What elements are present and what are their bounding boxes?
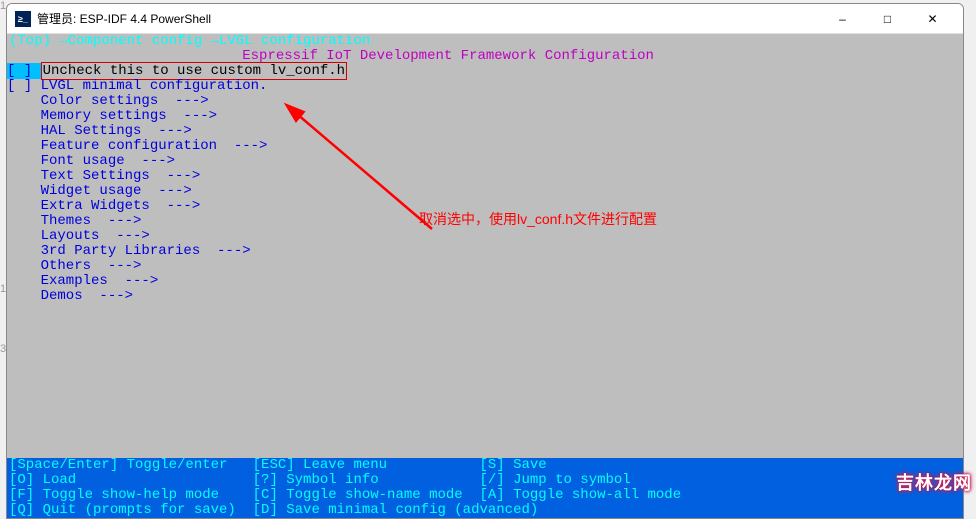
menu-item[interactable]: [ ] LVGL minimal configuration.: [7, 78, 267, 94]
menu-item[interactable]: Font usage --->: [7, 153, 175, 169]
menu-item-selected[interactable]: [ ] Uncheck this to use custom lv_conf.h: [7, 63, 347, 79]
maximize-button[interactable]: □: [865, 4, 910, 34]
menu-item[interactable]: Feature configuration --->: [7, 138, 267, 154]
breadcrumb: (Top) →Component config →LVGL configurat…: [7, 34, 963, 49]
annotation-text: 取消选中，使用lv_conf.h文件进行配置: [419, 212, 657, 227]
menu-item[interactable]: HAL Settings --->: [7, 123, 192, 139]
window-title: 管理员: ESP-IDF 4.4 PowerShell: [37, 10, 820, 27]
menu-item[interactable]: Extra Widgets --->: [7, 198, 200, 214]
terminal-body[interactable]: (Top) →Component config →LVGL configurat…: [7, 34, 963, 518]
menu-item[interactable]: Layouts --->: [7, 228, 150, 244]
menu-item[interactable]: Memory settings --->: [7, 108, 217, 124]
footer-help: [Space/Enter] Toggle/enter [ESC] Leave m…: [7, 458, 963, 518]
menu-item[interactable]: Demos --->: [7, 288, 133, 304]
menu-item[interactable]: Themes --->: [7, 213, 141, 229]
powershell-icon: ≥_: [15, 11, 31, 27]
menu-item[interactable]: Widget usage --->: [7, 183, 192, 199]
menu-item[interactable]: 3rd Party Libraries --->: [7, 243, 251, 259]
menu-area: [ ] Uncheck this to use custom lv_conf.h…: [7, 64, 963, 304]
titlebar[interactable]: ≥_ 管理员: ESP-IDF 4.4 PowerShell – □ ✕: [7, 4, 963, 34]
terminal-window: ≥_ 管理员: ESP-IDF 4.4 PowerShell – □ ✕ (To…: [6, 3, 964, 519]
menu-item[interactable]: Text Settings --->: [7, 168, 200, 184]
watermark: 吉林龙网: [896, 469, 972, 495]
menu-item[interactable]: Examples --->: [7, 273, 158, 289]
menu-item[interactable]: Others --->: [7, 258, 141, 274]
minimize-button[interactable]: –: [820, 4, 865, 34]
close-button[interactable]: ✕: [910, 4, 955, 34]
menu-item[interactable]: Color settings --->: [7, 93, 209, 109]
